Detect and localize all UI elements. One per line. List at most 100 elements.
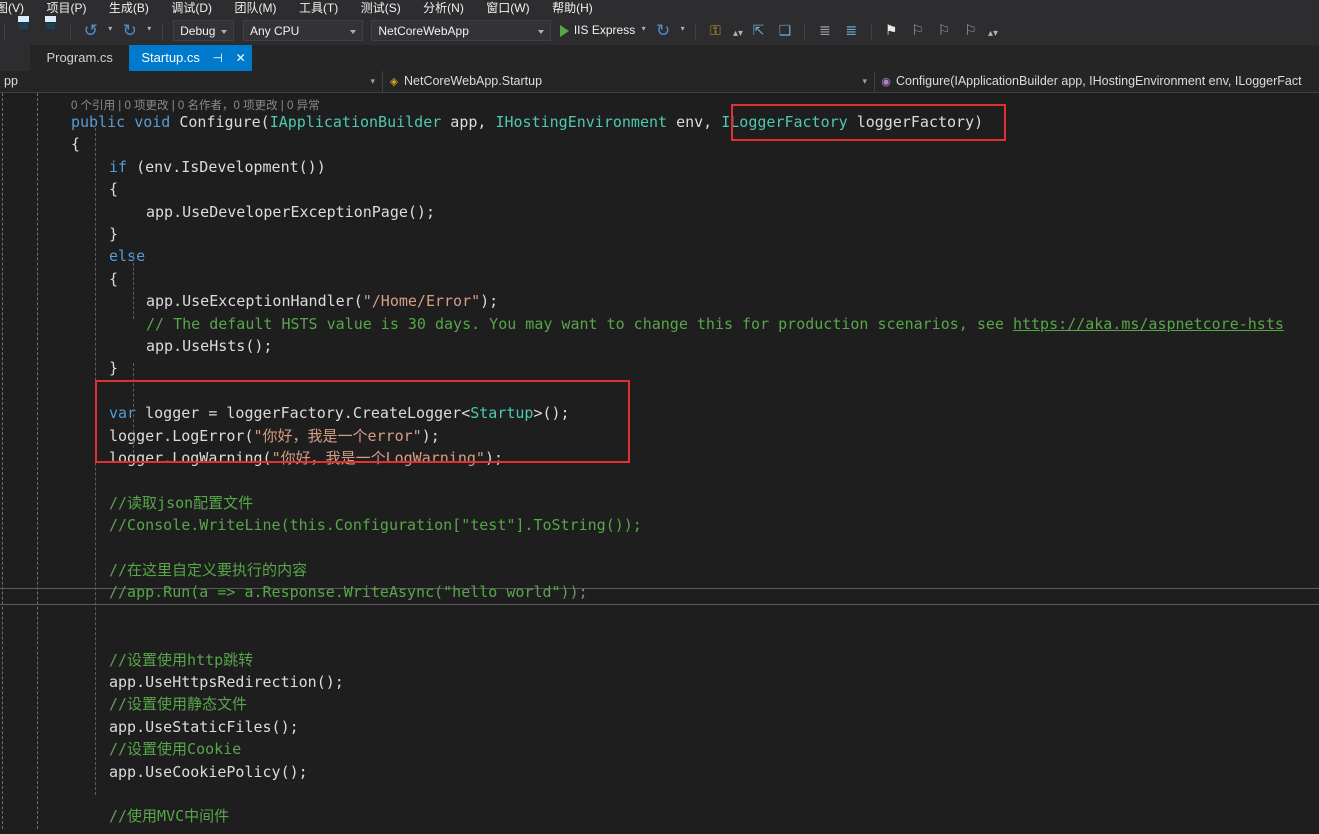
- chevron-down-icon[interactable]: ▾: [862, 71, 867, 92]
- code-token: "你好，我是一个LogWarning": [271, 449, 485, 467]
- code-line[interactable]: {: [0, 133, 1319, 155]
- refresh-icon[interactable]: ↻: [653, 21, 673, 41]
- navbar-member-dropdown[interactable]: ◉ Configure(IApplicationBuilder app, IHos…: [875, 71, 1319, 92]
- menu-team[interactable]: 团队(M): [225, 0, 285, 16]
- platform-combo[interactable]: Any CPU: [242, 20, 363, 41]
- navbar-class-label: NetCoreWebApp.Startup: [404, 74, 543, 88]
- menu-project[interactable]: 项目(P): [37, 0, 95, 16]
- code-line[interactable]: //设置使用http跳转: [0, 649, 1319, 671]
- code-text-area[interactable]: 0 个引用 | 0 项更改 | 0 名作者，0 项更改 | 0 异常 public…: [0, 93, 1319, 834]
- menu-help[interactable]: 帮助(H): [543, 0, 602, 16]
- code-token: //Console.WriteLine(this.Configuration["…: [109, 516, 642, 535]
- menu-bar: 图(V) 项目(P) 生成(B) 调试(D) 团队(M) 工具(T) 测试(S)…: [0, 0, 1319, 16]
- code-line[interactable]: [0, 604, 1319, 626]
- code-token: https://aka.ms/aspnetcore-hsts: [1012, 314, 1284, 333]
- pin-icon[interactable]: ⊣: [213, 45, 223, 71]
- code-line[interactable]: //在这里自定义要执行的内容: [0, 559, 1319, 581]
- code-token: "你好，我是一个error": [253, 426, 422, 445]
- code-line[interactable]: //Console.WriteLine(this.Configuration["…: [0, 514, 1319, 536]
- menu-window[interactable]: 窗口(W): [477, 0, 538, 16]
- code-line[interactable]: app.UseHttpsRedirection();: [0, 671, 1319, 693]
- toolbar-divider: [161, 22, 163, 41]
- code-line[interactable]: //使用MVC中间件: [0, 805, 1319, 827]
- previous-bookmark-icon[interactable]: ⚐: [908, 21, 928, 41]
- clear-bookmarks-icon[interactable]: ⚐: [961, 21, 981, 41]
- run-target-caret[interactable]: ▾: [642, 24, 646, 33]
- code-line[interactable]: app.UseCookiePolicy();: [0, 761, 1319, 783]
- comment-icon[interactable]: ≣: [815, 21, 835, 41]
- code-line[interactable]: // The default HSTS value is 30 days. Yo…: [0, 313, 1319, 335]
- code-line[interactable]: {: [0, 178, 1319, 200]
- code-token: app.UseStaticFiles();: [109, 717, 299, 736]
- refresh-caret[interactable]: ▾: [681, 24, 685, 33]
- startup-project-combo[interactable]: NetCoreWebApp: [371, 20, 552, 41]
- code-line[interactable]: }: [0, 223, 1319, 245]
- start-debug-button[interactable]: IIS Express: [558, 20, 635, 41]
- attach-overflow-icon[interactable]: ▴▾: [733, 28, 743, 39]
- chevron-down-icon[interactable]: ▾: [370, 71, 375, 92]
- code-token: //设置使用Cookie: [109, 740, 242, 759]
- code-token: Startup: [470, 404, 534, 423]
- menu-test[interactable]: 测试(S): [352, 0, 410, 16]
- navbar-class-dropdown[interactable]: ◈ NetCoreWebApp.Startup ▾: [383, 71, 875, 92]
- redo-dropdown-caret[interactable]: ▾: [147, 24, 151, 33]
- uncomment-icon[interactable]: ≣: [841, 21, 861, 41]
- step-over-icon[interactable]: ❏: [775, 21, 795, 41]
- code-token: app.UseHttpsRedirection();: [109, 673, 344, 691]
- code-line[interactable]: [0, 537, 1319, 559]
- menu-build[interactable]: 生成(B): [100, 0, 158, 16]
- code-line[interactable]: app.UseStaticFiles();: [0, 716, 1319, 738]
- code-line[interactable]: {: [0, 268, 1319, 290]
- menu-debug[interactable]: 调试(D): [162, 0, 221, 16]
- code-line[interactable]: //读取json配置文件: [0, 492, 1319, 514]
- code-line[interactable]: [0, 783, 1319, 805]
- code-line[interactable]: logger.LogError("你好，我是一个error");: [0, 425, 1319, 447]
- code-line[interactable]: app.UseHsts();: [0, 335, 1319, 357]
- code-editor[interactable]: 0 个引用 | 0 项更改 | 0 名作者，0 项更改 | 0 异常 public…: [0, 93, 1319, 834]
- code-line[interactable]: [0, 469, 1319, 491]
- toolbar: ↺ ▾ ↻ ▾ Debug Any CPU NetCoreWebApp IIS …: [0, 16, 1319, 45]
- code-line[interactable]: public void Configure(IApplicationBuilde…: [0, 111, 1319, 133]
- code-line[interactable]: [0, 380, 1319, 402]
- code-line[interactable]: app.UseExceptionHandler("/Home/Error");: [0, 290, 1319, 312]
- code-line[interactable]: //设置使用Cookie: [0, 738, 1319, 760]
- code-token: // The default HSTS value is 30 days. Yo…: [146, 314, 1013, 333]
- code-line[interactable]: }: [0, 357, 1319, 379]
- navbar-project-dropdown[interactable]: pp ▾: [0, 71, 383, 92]
- code-token: );: [480, 292, 499, 311]
- toolbar-divider: [695, 22, 697, 41]
- document-tab-bar: Program.cs Startup.cs ⊣ ✕: [0, 45, 1319, 71]
- undo-icon[interactable]: ↺: [81, 21, 101, 41]
- code-line[interactable]: logger.LogWarning("你好，我是一个LogWarning");: [0, 447, 1319, 469]
- code-token: {: [109, 269, 119, 288]
- toolbar-overflow-icon[interactable]: ▴▾: [988, 28, 998, 39]
- code-token: }: [109, 225, 119, 243]
- code-line[interactable]: app.UseDeveloperExceptionPage();: [0, 201, 1319, 223]
- menu-tools[interactable]: 工具(T): [290, 0, 347, 16]
- next-bookmark-icon[interactable]: ⚐: [934, 21, 954, 41]
- code-token: app,: [441, 113, 496, 131]
- code-line[interactable]: //设置使用静态文件: [0, 693, 1319, 715]
- step-into-icon[interactable]: ⇱: [748, 21, 768, 41]
- code-line[interactable]: var logger = loggerFactory.CreateLogger<…: [0, 402, 1319, 424]
- code-line[interactable]: [0, 626, 1319, 648]
- method-icon: ◉: [881, 75, 891, 88]
- code-token: //设置使用http跳转: [109, 650, 254, 669]
- tab-program-cs[interactable]: Program.cs: [34, 45, 125, 71]
- save-all-icon[interactable]: [41, 21, 61, 41]
- undo-dropdown-caret[interactable]: ▾: [108, 24, 112, 33]
- menu-analyze[interactable]: 分析(N): [414, 0, 473, 16]
- menu-view[interactable]: 图(V): [0, 0, 33, 16]
- build-configuration-combo[interactable]: Debug: [173, 20, 235, 41]
- bookmark-icon[interactable]: ⚑: [881, 21, 901, 41]
- code-line[interactable]: //app.Run(a => a.Response.WriteAsync("he…: [0, 581, 1319, 603]
- code-line[interactable]: if (env.IsDevelopment()): [0, 156, 1319, 178]
- close-icon[interactable]: ✕: [236, 45, 246, 71]
- code-token: IApplicationBuilder: [269, 113, 442, 131]
- redo-icon[interactable]: ↻: [120, 21, 140, 41]
- tab-startup-cs[interactable]: Startup.cs ⊣ ✕: [129, 45, 252, 71]
- code-token: "/Home/Error": [362, 292, 481, 311]
- attach-to-process-icon[interactable]: ⚿: [706, 21, 726, 41]
- save-icon[interactable]: [14, 21, 34, 41]
- code-line[interactable]: else: [0, 245, 1319, 267]
